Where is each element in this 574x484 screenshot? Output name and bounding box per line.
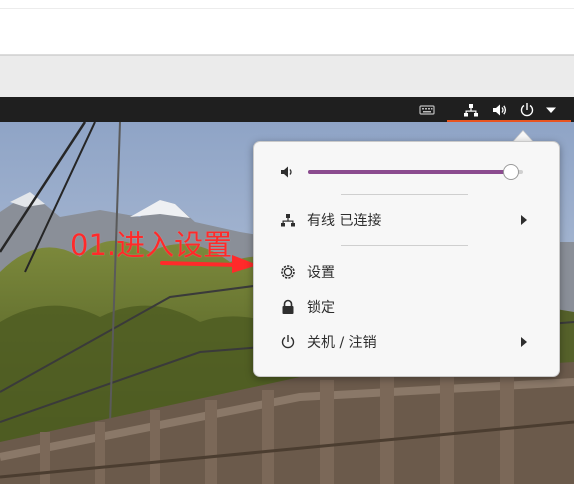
power-icon <box>280 334 296 350</box>
annotation-arrow-icon <box>160 252 260 278</box>
lock-label: 锁定 <box>307 300 335 316</box>
volume-row <box>254 158 559 186</box>
volume-slider-knob[interactable] <box>503 164 520 180</box>
volume-icon <box>280 164 296 180</box>
submenu-arrow-icon <box>521 337 527 347</box>
settings-item[interactable]: 设置 <box>254 258 559 286</box>
wired-connection-item[interactable]: 有线 已连接 <box>254 206 559 234</box>
lock-item[interactable]: 锁定 <box>254 293 559 321</box>
window-top-area <box>0 0 574 55</box>
divider <box>0 8 574 9</box>
settings-label: 设置 <box>307 265 335 281</box>
lock-icon <box>280 299 296 315</box>
network-wired-icon <box>280 212 296 228</box>
power-label: 关机 / 注销 <box>307 335 377 351</box>
volume-icon[interactable] <box>491 101 509 119</box>
menu-separator <box>341 245 468 246</box>
menu-separator <box>341 194 468 195</box>
wired-connection-label: 有线 已连接 <box>307 213 382 229</box>
top-panel <box>0 97 574 122</box>
power-item[interactable]: 关机 / 注销 <box>254 328 559 356</box>
submenu-arrow-icon <box>521 215 527 225</box>
window-toolbar <box>0 55 574 98</box>
settings-gear-icon <box>280 264 296 280</box>
system-menu: 有线 已连接 设置 锁定 关机 / 注销 <box>253 141 560 377</box>
volume-slider-fill <box>308 170 511 174</box>
volume-slider[interactable] <box>308 164 523 180</box>
keyboard-icon[interactable] <box>418 101 436 119</box>
power-icon[interactable] <box>518 101 536 119</box>
dropdown-arrow-icon[interactable] <box>542 101 560 119</box>
network-wired-icon[interactable] <box>462 101 480 119</box>
